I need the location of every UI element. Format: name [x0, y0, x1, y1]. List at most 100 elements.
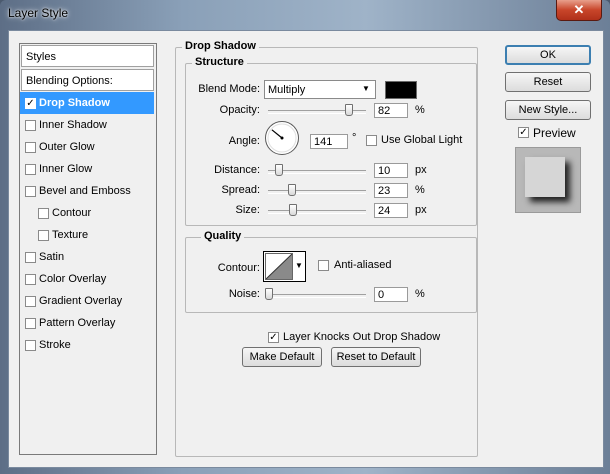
spread-label: Spread: — [221, 184, 260, 196]
style-item-gradient-overlay[interactable]: Gradient Overlay — [20, 290, 154, 312]
style-item-label: Stroke — [39, 339, 71, 351]
use-global-light-checkbox[interactable] — [366, 135, 377, 146]
style-item-color-overlay[interactable]: Color Overlay — [20, 268, 154, 290]
style-item-checkbox[interactable] — [25, 164, 36, 175]
reset-to-default-button[interactable]: Reset to Default — [331, 347, 421, 367]
ok-button[interactable]: OK — [505, 45, 591, 65]
size-unit: px — [415, 204, 427, 216]
contour-chevron-down-icon[interactable]: ▼ — [295, 261, 303, 270]
style-item-label: Satin — [39, 251, 65, 263]
blend-mode-value: Multiply — [268, 84, 306, 96]
reset-button[interactable]: Reset — [505, 72, 591, 92]
style-item-label: Gradient Overlay — [39, 295, 123, 307]
anti-aliased-label[interactable]: Anti-aliased — [334, 259, 391, 271]
styles-header[interactable]: Styles — [21, 45, 154, 67]
style-item-label: Inner Glow — [39, 163, 93, 175]
size-slider-handle[interactable] — [288, 204, 297, 216]
style-item-stroke[interactable]: Stroke — [20, 334, 154, 356]
style-item-inner-shadow[interactable]: Inner Shadow — [20, 114, 154, 136]
angle-label: Angle: — [228, 135, 260, 147]
style-item-checkbox[interactable] — [25, 296, 36, 307]
close-button[interactable]: ✕ — [556, 0, 602, 21]
opacity-input[interactable]: 82 — [374, 103, 408, 118]
quality-title: Quality — [201, 230, 245, 242]
contour-preview-icon — [265, 253, 293, 280]
distance-unit: px — [415, 164, 427, 176]
style-item-label: Inner Shadow — [39, 119, 107, 131]
dialog-window: Layer Style ✕ Styles Blending Options: C… — [0, 0, 610, 474]
spread-slider-handle[interactable] — [287, 184, 296, 196]
preview-swatch — [525, 157, 565, 197]
style-item-label: Bevel and Emboss — [39, 185, 131, 197]
noise-slider[interactable] — [268, 294, 366, 298]
shadow-color-swatch[interactable] — [385, 81, 417, 99]
noise-unit: % — [415, 288, 425, 300]
size-label: Size: — [235, 204, 260, 216]
spread-input[interactable]: 23 — [374, 183, 408, 198]
knocks-out-checkbox[interactable]: ✓ — [268, 332, 279, 343]
blending-options-item[interactable]: Blending Options: Custom — [21, 69, 154, 109]
angle-unit: ° — [352, 132, 357, 144]
spread-unit: % — [415, 184, 425, 196]
anti-aliased-checkbox[interactable] — [318, 260, 329, 271]
style-item-checkbox[interactable] — [25, 318, 36, 329]
style-item-bevel-and-emboss[interactable]: Bevel and Emboss — [20, 180, 154, 202]
title-bar[interactable]: Layer Style ✕ — [0, 0, 610, 28]
noise-input[interactable]: 0 — [374, 287, 408, 302]
style-item-drop-shadow[interactable]: ✓ Drop Shadow — [20, 92, 154, 114]
angle-input[interactable]: 141 — [310, 134, 348, 149]
dialog-client: Styles Blending Options: Custom ✓Drop Sh… — [8, 30, 604, 468]
window-title: Layer Style — [8, 6, 69, 20]
style-item-checkbox[interactable] — [25, 120, 36, 131]
blend-mode-select[interactable]: Multiply ▼ — [264, 80, 376, 99]
style-item-label: Color Overlay — [39, 273, 107, 285]
style-item-texture[interactable]: Texture — [20, 224, 154, 246]
knocks-out-label[interactable]: Layer Knocks Out Drop Shadow — [283, 331, 440, 343]
distance-input[interactable]: 10 — [374, 163, 408, 178]
opacity-slider-handle[interactable] — [345, 104, 354, 116]
opacity-unit: % — [415, 104, 425, 116]
preview-checkbox[interactable]: ✓ — [518, 127, 529, 138]
style-item-checkbox[interactable] — [25, 340, 36, 351]
styles-list: Styles Blending Options: Custom ✓Drop Sh… — [19, 43, 157, 455]
contour-label: Contour: — [217, 262, 260, 274]
style-item-label: Texture — [52, 229, 89, 241]
style-item-checkbox[interactable] — [25, 252, 36, 263]
distance-label: Distance: — [214, 164, 260, 176]
size-input[interactable]: 24 — [374, 203, 408, 218]
use-global-light-label[interactable]: Use Global Light — [381, 134, 462, 146]
noise-slider-handle[interactable] — [265, 288, 273, 300]
distance-slider-handle[interactable] — [274, 164, 283, 176]
style-item-checkbox[interactable] — [38, 208, 49, 219]
style-item-checkbox[interactable] — [38, 230, 49, 241]
drop-shadow-title: Drop Shadow — [182, 40, 259, 52]
contour-picker[interactable]: ▼ — [263, 251, 306, 282]
style-item-outer-glow[interactable]: Outer Glow — [20, 136, 154, 158]
style-item-pattern-overlay[interactable]: Pattern Overlay — [20, 312, 154, 334]
quality-group: Quality Contour: ▼ Anti-aliased Noise: 0… — [185, 230, 477, 313]
style-item-label: Outer Glow — [39, 141, 95, 153]
preview-thumbnail — [515, 147, 581, 213]
style-item-label: Drop Shadow — [39, 97, 110, 109]
style-item-checkbox[interactable] — [25, 142, 36, 153]
preview-label[interactable]: Preview — [533, 126, 576, 140]
style-item-checkbox[interactable] — [25, 186, 36, 197]
spread-slider[interactable] — [268, 190, 366, 194]
structure-group: Structure Blend Mode: Multiply ▼ Opacity… — [185, 56, 477, 226]
style-item-inner-glow[interactable]: Inner Glow — [20, 158, 154, 180]
opacity-label: Opacity: — [219, 104, 260, 116]
style-item-contour[interactable]: Contour — [20, 202, 154, 224]
style-item-checkbox[interactable] — [25, 274, 36, 285]
style-item-satin[interactable]: Satin — [20, 246, 154, 268]
angle-dial[interactable] — [264, 120, 300, 156]
blend-mode-label: Blend Mode: — [198, 83, 260, 95]
style-item-label: Contour — [52, 207, 92, 219]
make-default-button[interactable]: Make Default — [242, 347, 322, 367]
style-item-checkbox[interactable]: ✓ — [25, 98, 36, 109]
structure-title: Structure — [192, 56, 247, 68]
new-style-button[interactable]: New Style... — [505, 100, 591, 120]
size-slider[interactable] — [268, 210, 366, 214]
style-item-label: Pattern Overlay — [39, 317, 116, 329]
drop-shadow-group: Drop Shadow Structure Blend Mode: Multip… — [175, 40, 478, 457]
close-icon: ✕ — [573, 2, 585, 17]
